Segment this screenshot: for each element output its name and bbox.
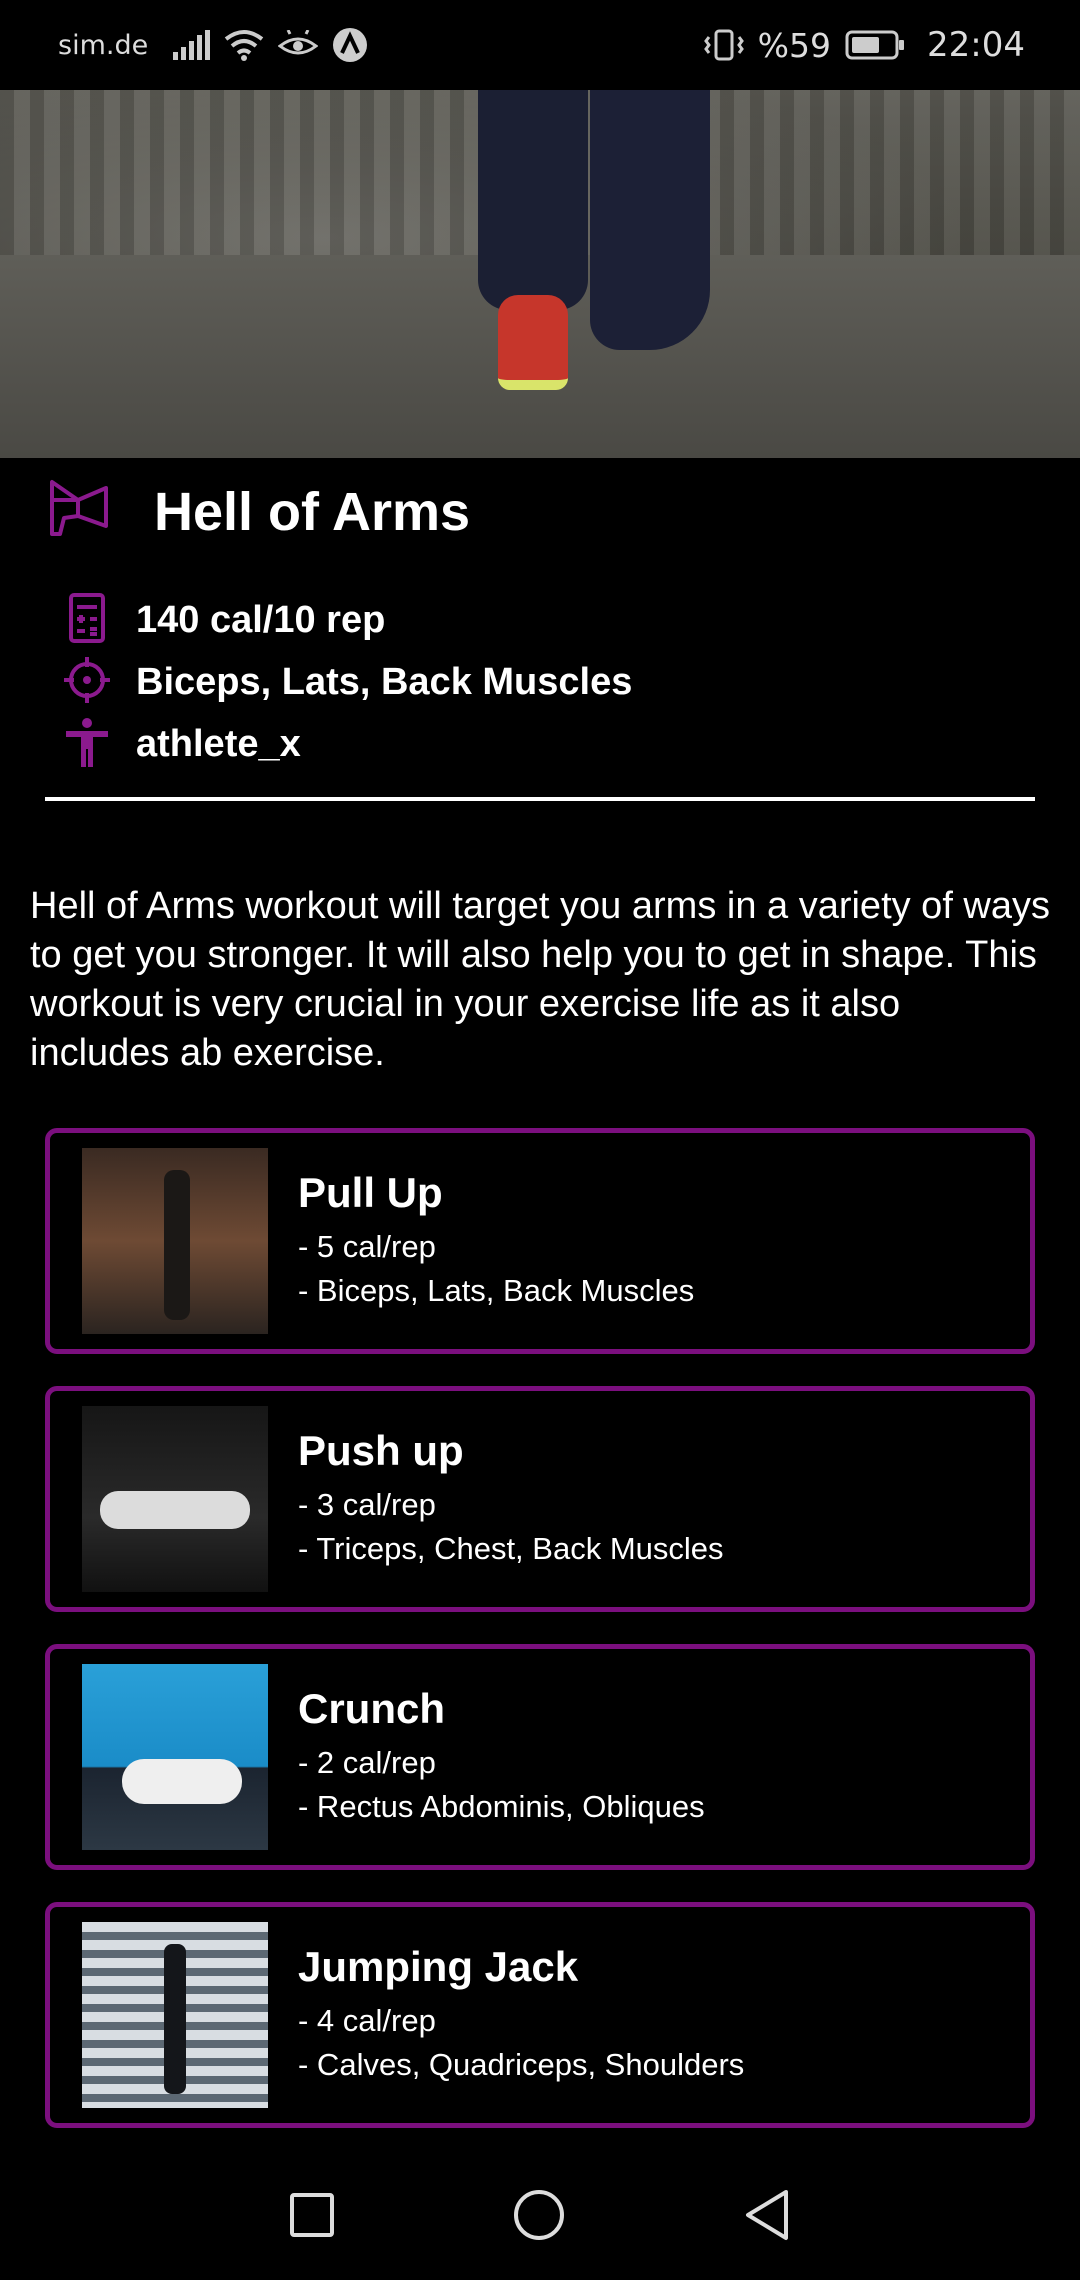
workout-description: Hell of Arms workout will target you arm…: [30, 885, 1051, 1074]
megaphone-icon: [48, 478, 114, 545]
exercise-calories: - 5 cal/rep: [298, 1229, 436, 1264]
exercise-card-jumping-jack[interactable]: Jumping Jack - 4 cal/rep - Calves, Quadr…: [45, 1902, 1035, 2128]
exercise-name: Push up: [298, 1427, 464, 1474]
exercise-name: Pull Up: [298, 1169, 443, 1216]
exercise-card-push-up[interactable]: Push up - 3 cal/rep - Triceps, Chest, Ba…: [45, 1386, 1035, 1612]
home-button[interactable]: [512, 2188, 566, 2242]
exercise-thumbnail: [82, 1922, 268, 2108]
battery-percentage: %59: [757, 25, 832, 65]
exercise-card-crunch[interactable]: Crunch - 2 cal/rep - Rectus Abdominis, O…: [45, 1644, 1035, 1870]
signal-icon: [172, 30, 211, 60]
exercise-name: Crunch: [298, 1685, 445, 1732]
hero-shoe: [498, 295, 568, 390]
exercise-info: Jumping Jack - 4 cal/rep - Calves, Quadr…: [298, 1943, 744, 2087]
workout-title-row: Hell of Arms: [48, 478, 470, 545]
workout-hero-image: [0, 90, 1080, 458]
exercise-info: Pull Up - 5 cal/rep - Biceps, Lats, Back…: [298, 1169, 694, 1313]
exercise-thumbnail: [82, 1148, 268, 1334]
wifi-icon: [224, 29, 264, 61]
target-icon: [62, 655, 112, 710]
divider: [45, 797, 1035, 801]
exercise-calories: - 4 cal/rep: [298, 2003, 436, 2038]
app-notification-icon: [332, 27, 368, 63]
muscles-row: Biceps, Lats, Back Muscles: [62, 656, 633, 704]
recent-apps-button[interactable]: [288, 2191, 336, 2239]
navigation-bar: [0, 2150, 1080, 2280]
status-left: sim.de: [58, 27, 368, 63]
exercise-thumbnail: [82, 1406, 268, 1592]
hero-leg-right: [590, 90, 710, 350]
exercise-card-pull-up[interactable]: Pull Up - 5 cal/rep - Biceps, Lats, Back…: [45, 1128, 1035, 1354]
exercise-info: Push up - 3 cal/rep - Triceps, Chest, Ba…: [298, 1427, 724, 1571]
workout-meta: 140 cal/10 rep Biceps, Lats, Back Muscle…: [62, 592, 633, 767]
exercise-calories: - 2 cal/rep: [298, 1745, 436, 1780]
exercise-muscles: - Triceps, Chest, Back Muscles: [298, 1531, 724, 1566]
exercise-muscles: - Calves, Quadriceps, Shoulders: [298, 2047, 745, 2082]
calculator-icon: [62, 592, 112, 648]
person-icon: [62, 717, 112, 772]
back-button[interactable]: [742, 2188, 792, 2242]
status-bar: sim.de %59 22:04: [0, 0, 1080, 90]
exercise-name: Jumping Jack: [298, 1943, 579, 1990]
workout-muscles: Biceps, Lats, Back Muscles: [136, 660, 633, 703]
clock: 22:04: [927, 25, 1025, 65]
exercise-list: Pull Up - 5 cal/rep - Biceps, Lats, Back…: [45, 1128, 1035, 2128]
author-row: athlete_x: [62, 717, 632, 767]
workout-author[interactable]: athlete_x: [136, 723, 301, 766]
hero-leg-left: [478, 90, 588, 310]
exercise-muscles: - Rectus Abdominis, Obliques: [298, 1789, 705, 1824]
exercise-thumbnail: [82, 1664, 268, 1850]
exercise-muscles: - Biceps, Lats, Back Muscles: [298, 1273, 695, 1308]
carrier-label: sim.de: [58, 29, 149, 61]
exercise-calories: - 3 cal/rep: [298, 1487, 436, 1522]
status-right: %59 22:04: [703, 25, 1025, 65]
workout-calories: 140 cal/10 rep: [136, 598, 386, 641]
workout-title: Hell of Arms: [154, 481, 471, 542]
vibrate-icon: [703, 29, 744, 61]
battery-icon: [845, 30, 905, 60]
exercise-info: Crunch - 2 cal/rep - Rectus Abdominis, O…: [298, 1685, 705, 1829]
eye-comfort-icon: [278, 30, 319, 60]
calories-row: 140 cal/10 rep: [62, 592, 632, 643]
